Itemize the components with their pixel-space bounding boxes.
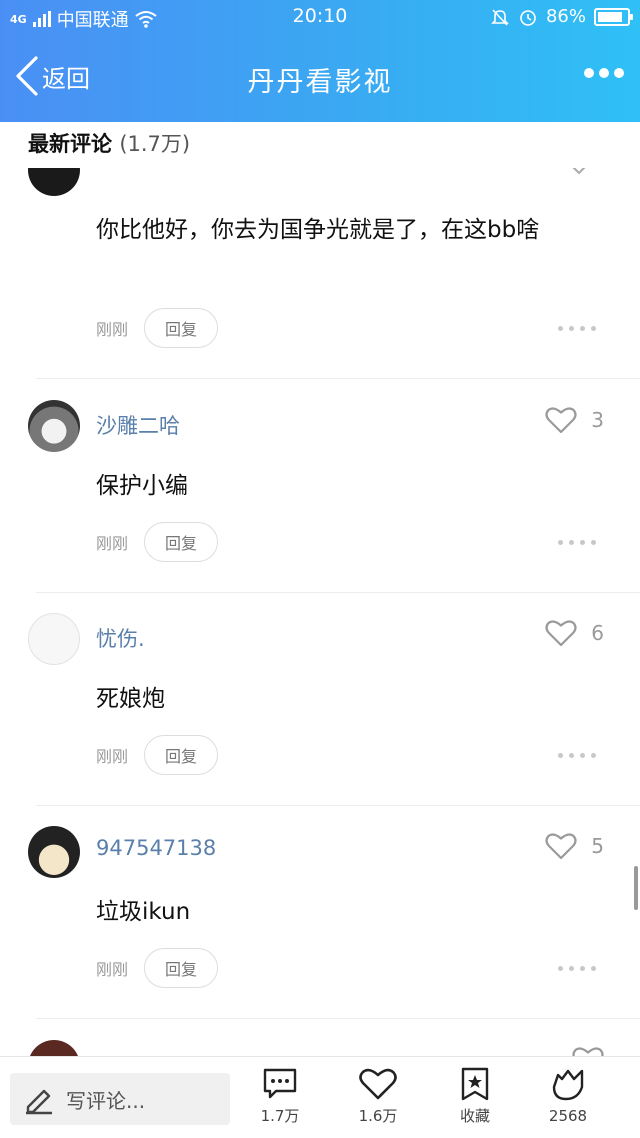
reply-button[interactable]: 回复 <box>144 308 219 348</box>
comment-time: 刚刚 <box>96 747 129 766</box>
like-count: 5 <box>591 834 604 858</box>
like-button[interactable]: 6 <box>545 619 604 647</box>
divider <box>36 1018 640 1019</box>
likes-count: 1.6万 <box>358 1107 398 1125</box>
comments-button[interactable]: 1.7万 <box>240 1067 320 1126</box>
like-button[interactable] <box>572 1046 604 1056</box>
share-button[interactable]: 2568 <box>528 1067 608 1125</box>
write-comment-input[interactable]: 写评论... <box>10 1073 230 1125</box>
page-title: 丹丹看影视 <box>247 67 393 98</box>
like-count: 6 <box>591 621 604 645</box>
comment-more-button[interactable] <box>558 326 596 331</box>
comment-more-button[interactable] <box>558 966 596 971</box>
comment-time: 刚刚 <box>96 320 129 339</box>
reply-button[interactable]: 回复 <box>144 735 219 775</box>
like-count: 3 <box>591 408 604 432</box>
status-bar: 4G 中国联通 20:10 86% <box>0 0 640 34</box>
heart-icon <box>359 1068 397 1100</box>
section-header: 最新评论 (1.7万) <box>28 128 199 158</box>
comment-item <box>0 1020 640 1056</box>
avatar[interactable] <box>28 826 80 878</box>
comment-time: 刚刚 <box>96 534 129 553</box>
like-button[interactable]: 5 <box>545 832 604 860</box>
comment-bubble-icon <box>263 1068 297 1099</box>
battery-fill <box>598 11 622 22</box>
comment-item: 947547138 5 垃圾ikun 刚刚 回复 <box>0 806 640 1020</box>
heart-icon <box>545 620 577 647</box>
username[interactable]: 忧伤. <box>96 623 145 653</box>
battery-percent: 86% <box>545 6 586 27</box>
pencil-icon <box>26 1089 52 1115</box>
comment-list[interactable]: 你比他好，你去为国争光就是了，在这bb啥 刚刚 回复 沙雕二哈 3 保护小编 刚… <box>0 122 640 1056</box>
like-button[interactable]: 3 <box>545 406 604 434</box>
navigation-bar: 返回 丹丹看影视 <box>0 40 640 120</box>
scrollbar-thumb[interactable] <box>634 866 638 910</box>
comment-item: 忧伤. 6 死娘炮 刚刚 回复 <box>0 593 640 806</box>
comment-text: 垃圾ikun <box>96 899 191 925</box>
comment-text: 保护小编 <box>96 473 188 499</box>
comments-count: 1.7万 <box>260 1107 300 1125</box>
avatar[interactable] <box>28 613 80 665</box>
avatar[interactable] <box>28 1040 80 1056</box>
comment-text: 你比他好，你去为国争光就是了，在这bb啥 <box>96 217 540 243</box>
comment-time: 刚刚 <box>96 960 129 979</box>
comment-more-button[interactable] <box>558 540 596 545</box>
heart-icon <box>545 407 577 434</box>
compose-placeholder: 写评论... <box>66 1088 146 1113</box>
bottom-toolbar: 写评论... 1.7万 1.6万 收藏 2568 <box>0 1056 640 1138</box>
reply-button[interactable]: 回复 <box>144 522 219 562</box>
reply-button[interactable]: 回复 <box>144 948 219 988</box>
section-title: 最新评论 <box>28 132 112 156</box>
comment-text: 死娘炮 <box>96 686 165 712</box>
bookmark-star-icon <box>461 1067 489 1101</box>
share-count: 2568 <box>548 1107 588 1125</box>
favorite-button[interactable]: 收藏 <box>435 1067 515 1126</box>
battery-icon <box>594 7 633 26</box>
divider <box>36 378 640 379</box>
heart-icon <box>545 833 577 860</box>
alarm-icon <box>520 9 536 26</box>
like-article-button[interactable]: 1.6万 <box>338 1067 418 1126</box>
avatar[interactable] <box>28 400 80 452</box>
section-count: (1.7万) <box>119 132 191 156</box>
username[interactable]: 沙雕二哈 <box>96 410 180 440</box>
favorite-label: 收藏 <box>459 1107 490 1125</box>
comment-more-button[interactable] <box>558 753 596 758</box>
username[interactable]: 947547138 <box>96 836 216 860</box>
more-options-button[interactable] <box>584 68 624 78</box>
comment-item: 沙雕二哈 3 保护小编 刚刚 回复 <box>0 380 640 593</box>
mute-bell-icon <box>491 8 509 26</box>
heart-icon <box>572 1047 604 1056</box>
share-icon <box>552 1069 584 1101</box>
top-header: 4G 中国联通 20:10 86% 返回 丹丹看影视 <box>0 0 640 122</box>
